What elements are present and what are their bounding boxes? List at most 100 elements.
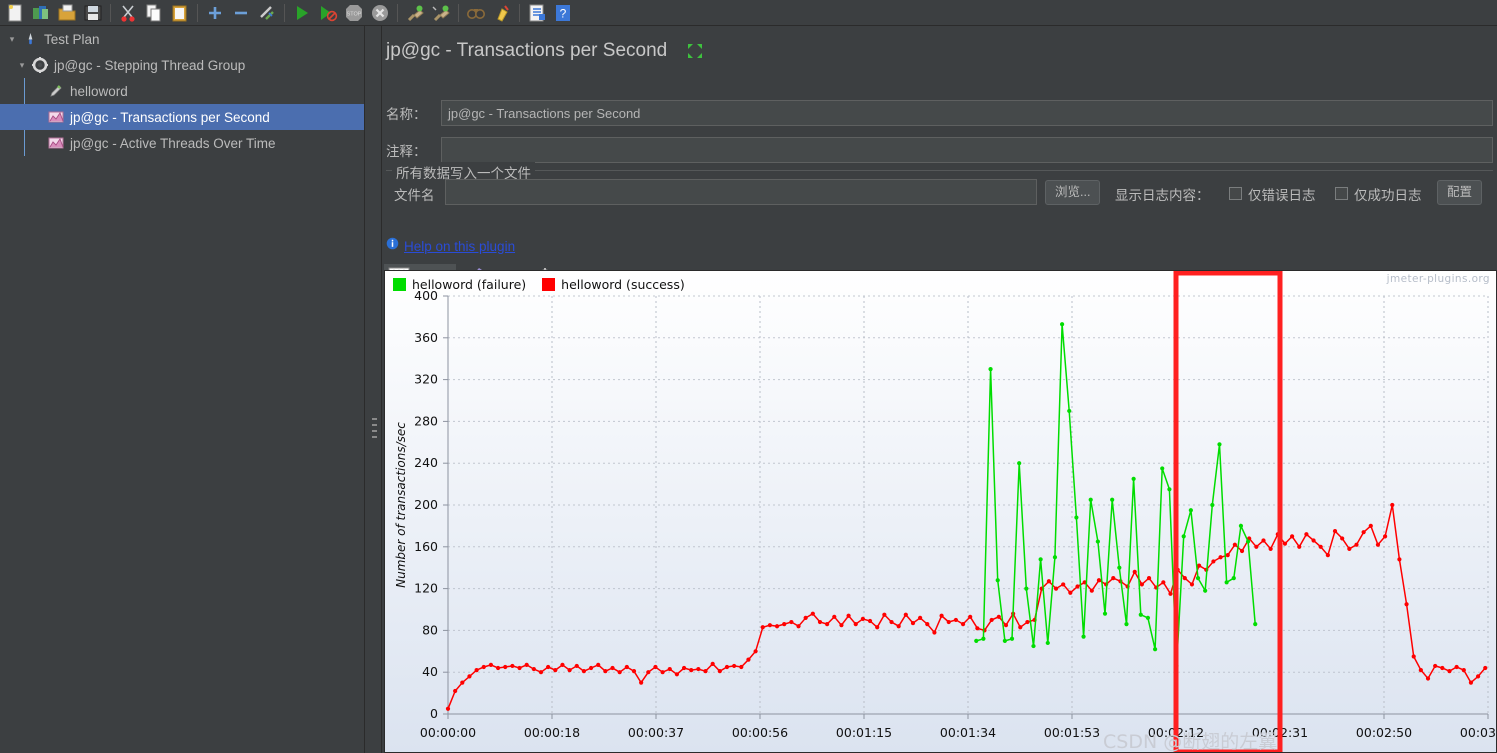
tree-item-stepping-thread-group[interactable]: ▾ jp@gc - Stepping Thread Group [0, 52, 364, 78]
search-icon[interactable] [464, 1, 488, 25]
svg-text:00:03:09: 00:03:09 [1460, 725, 1496, 740]
csdn-watermark: CSDN @断翅的左翼 [1103, 731, 1278, 753]
jmeter-window: STOP ? ▾ Test Plan ▾ jp@gc - Stepping Th… [0, 0, 1497, 753]
successes-only-label: 仅成功日志 [1354, 188, 1422, 203]
stop-icon[interactable]: STOP [342, 1, 366, 25]
tree-item-label: jp@gc - Active Threads Over Time [70, 135, 276, 151]
legend-swatch-success [542, 278, 556, 291]
svg-text:00:00:00: 00:00:00 [420, 725, 476, 740]
listener-panel: jp@gc - Transactions per Second 名称： jp@g… [382, 26, 1497, 753]
legend-label-failure: helloword (failure) [412, 277, 527, 292]
open-icon[interactable] [55, 1, 79, 25]
shutdown-icon[interactable] [368, 1, 392, 25]
splitter-grip[interactable] [372, 418, 377, 442]
copy-icon[interactable] [142, 1, 166, 25]
function-helper-icon[interactable] [525, 1, 549, 25]
svg-text:00:00:18: 00:00:18 [524, 725, 580, 740]
toolbar-separator [397, 3, 398, 22]
browse-button[interactable]: 浏览... [1045, 180, 1101, 205]
comment-input[interactable] [441, 137, 1493, 163]
svg-text:00:00:37: 00:00:37 [628, 725, 684, 740]
help-on-plugin-link[interactable]: Help on this plugin [386, 237, 515, 255]
filename-label: 文件名 [394, 188, 435, 203]
save-icon[interactable] [81, 1, 105, 25]
filename-input[interactable] [445, 179, 1037, 205]
transactions-per-second-chart[interactable]: 0 40 80 120 160 200 240 280 320 360 400 00:00:00 00:… [384, 270, 1497, 753]
tree-item-label: Test Plan [44, 31, 100, 47]
page-title: jp@gc - Transactions per Second [386, 40, 668, 61]
svg-text:00:01:53: 00:01:53 [1044, 725, 1100, 740]
svg-text:0: 0 [430, 706, 438, 721]
legend-item-failure: helloword (failure) [393, 277, 526, 292]
tree-item-active-threads-over-time[interactable]: jp@gc - Active Threads Over Time [0, 130, 364, 156]
svg-text:00:01:34: 00:01:34 [940, 725, 996, 740]
svg-text:80: 80 [422, 622, 438, 637]
tree-item-label: helloword [70, 83, 128, 99]
svg-text:40: 40 [422, 664, 438, 679]
collapse-all-icon[interactable] [229, 1, 253, 25]
reset-search-icon[interactable] [490, 1, 514, 25]
svg-text:00:00:56: 00:00:56 [732, 725, 788, 740]
checkbox-box[interactable] [1335, 187, 1348, 201]
panel-splitter[interactable] [364, 26, 382, 753]
show-log-content-label: 显示日志内容： [1115, 188, 1210, 203]
clear-all-icon[interactable] [429, 1, 453, 25]
clear-icon[interactable] [403, 1, 427, 25]
tree-item-label: jp@gc - Stepping Thread Group [54, 57, 246, 73]
chart-legend: helloword (failure) helloword (success) [393, 277, 685, 292]
svg-text:Number of transactions/sec: Number of transactions/sec [394, 422, 408, 588]
toolbar-separator [284, 3, 285, 22]
paste-icon[interactable] [168, 1, 192, 25]
svg-text:?: ? [560, 6, 567, 20]
toolbar-separator [197, 3, 198, 22]
tree-item-transactions-per-second[interactable]: jp@gc - Transactions per Second [0, 104, 364, 130]
errors-only-label: 仅错误日志 [1248, 188, 1316, 203]
toolbar-separator [458, 3, 459, 22]
main-toolbar: STOP ? [0, 0, 1497, 26]
checkbox-box[interactable] [1229, 187, 1242, 201]
test-plan-icon [20, 32, 40, 47]
svg-text:STOP: STOP [347, 11, 362, 17]
comment-label: 注释： [386, 144, 427, 159]
legend-swatch-failure [393, 278, 406, 291]
jmeter-plugins-watermark: jmeter-plugins.org [1386, 273, 1490, 285]
legend-item-success: helloword (success) [542, 277, 685, 292]
sampler-icon [46, 83, 66, 99]
svg-text:280: 280 [414, 413, 438, 428]
new-icon[interactable] [3, 1, 27, 25]
toolbar-separator [110, 3, 111, 22]
name-input[interactable]: jp@gc - Transactions per Second [441, 100, 1493, 126]
help-link-text[interactable]: Help on this plugin [404, 239, 515, 254]
help-icon[interactable]: ? [551, 1, 575, 25]
successes-only-checkbox[interactable] [1335, 185, 1348, 203]
errors-only-checkbox[interactable] [1229, 185, 1242, 203]
svg-text:120: 120 [414, 581, 438, 596]
toggle-icon[interactable] [255, 1, 279, 25]
svg-text:200: 200 [414, 497, 438, 512]
svg-text:240: 240 [414, 455, 438, 470]
start-no-timers-icon[interactable] [316, 1, 340, 25]
chevron-down-icon[interactable]: ▾ [14, 60, 30, 71]
svg-text:00:02:50: 00:02:50 [1356, 725, 1412, 740]
chevron-down-icon[interactable]: ▾ [4, 34, 20, 45]
legend-label-success: helloword (success) [561, 277, 685, 292]
tree-item-test-plan[interactable]: ▾ Test Plan [0, 26, 364, 52]
templates-icon[interactable] [29, 1, 53, 25]
toolbar-separator [519, 3, 520, 22]
thread-group-icon [30, 57, 50, 73]
name-row: 名称： jp@gc - Transactions per Second [386, 100, 1493, 126]
comment-row: 注释： [386, 137, 1493, 163]
chart-canvas: 0408012016020024028032036040000:00:00 00:… [385, 271, 1496, 752]
expand-all-icon[interactable] [203, 1, 227, 25]
test-plan-tree[interactable]: ▾ Test Plan ▾ jp@gc - Stepping Thread Gr… [0, 26, 364, 753]
configure-button[interactable]: 配置 [1437, 180, 1483, 205]
tree-item-helloword[interactable]: helloword [0, 78, 364, 104]
listener-chart-icon [46, 109, 66, 125]
expand-fullscreen-icon[interactable] [686, 42, 704, 60]
cut-icon[interactable] [116, 1, 140, 25]
svg-text:160: 160 [414, 539, 438, 554]
tree-item-label: jp@gc - Transactions per Second [70, 109, 270, 125]
svg-text:360: 360 [414, 330, 438, 345]
start-icon[interactable] [290, 1, 314, 25]
info-icon [386, 237, 399, 255]
